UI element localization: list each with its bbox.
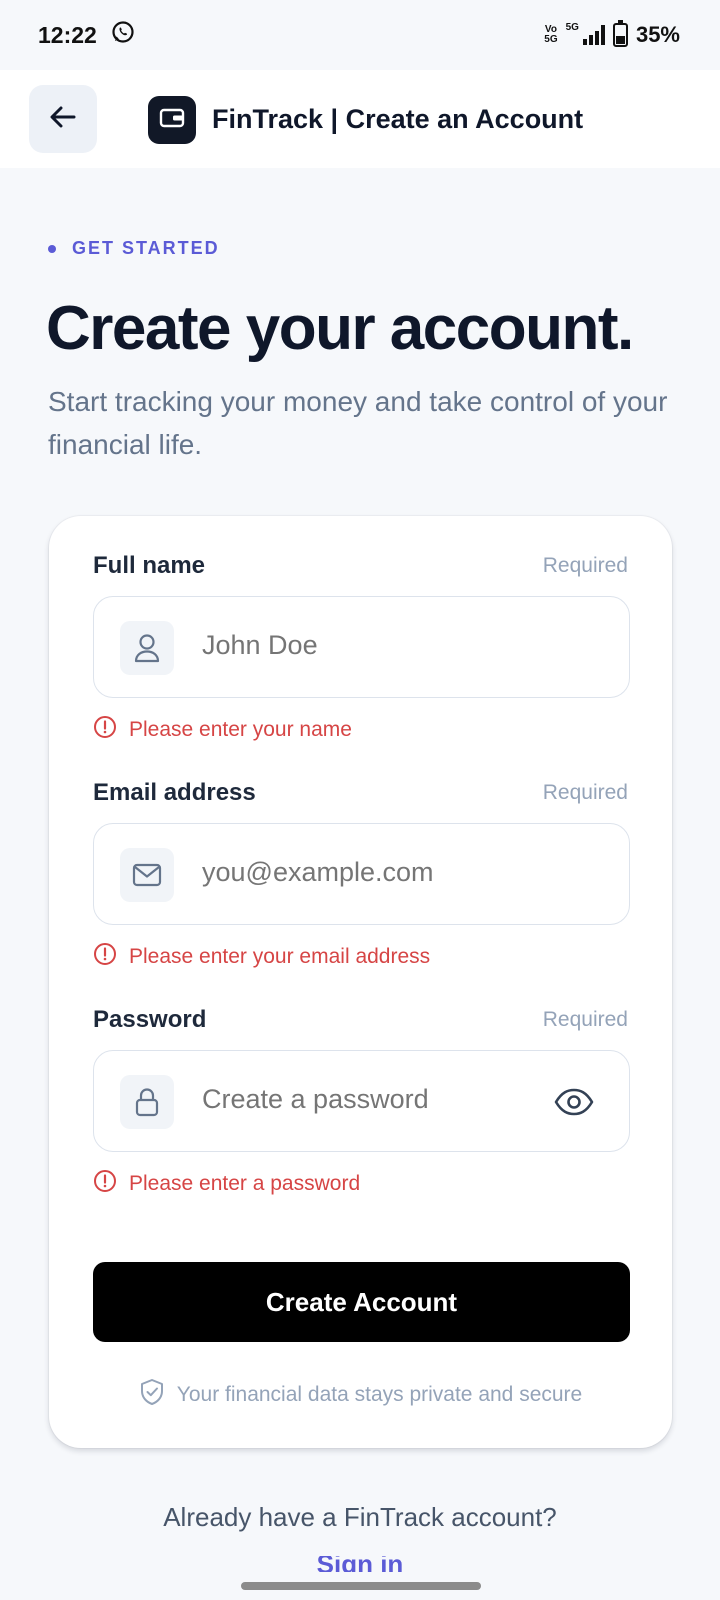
eyebrow-dot [48,244,56,253]
email-label: Email address [93,779,256,806]
full-name-input[interactable] [202,630,532,661]
signin-prompt: Already have a FinTrack account? [163,1502,557,1532]
full-name-required: Required [542,554,628,577]
password-required: Required [542,1008,628,1031]
app-bar: FinTrack | Create an Account [0,70,720,168]
security-note-text: Your financial data stays private and se… [176,1383,583,1406]
full-name-error: Please enter your name [93,715,352,745]
full-name-field[interactable] [93,596,630,698]
home-indicator[interactable] [241,1582,481,1590]
whatsapp-icon [111,20,135,50]
eyebrow-label: GET STARTED [72,238,220,258]
status-bar: 12:22 Vo 5G 5G 35% [0,0,720,70]
status-time: 12:22 [38,21,97,48]
alert-circle-icon [93,942,117,972]
email-error: Please enter your email address [93,942,430,972]
user-icon [120,621,174,675]
mail-icon [120,848,174,902]
signin-link[interactable]: Sign in [317,1556,404,1572]
volte-bottom: 5G [544,34,558,45]
network-type: 5G [565,21,579,33]
password-label: Password [93,1006,207,1033]
email-input[interactable] [202,857,532,888]
page-subtitle: Start tracking your money and take contr… [48,386,668,460]
shield-check-icon [139,1378,165,1412]
volte-indicator: Vo 5G [544,25,557,45]
password-field[interactable] [93,1050,630,1152]
security-note: Your financial data stays private and se… [49,1378,672,1412]
full-name-error-text: Please enter your name [129,718,352,741]
alert-circle-icon [93,1169,117,1199]
password-input[interactable] [202,1084,532,1115]
password-error: Please enter a password [93,1169,360,1199]
wallet-icon [159,107,185,134]
signal-icon [582,25,605,45]
status-left: 12:22 [38,20,135,50]
battery-icon [612,20,628,47]
full-name-label: Full name [93,552,206,579]
page-title: Create your account. [46,294,634,363]
signup-form-card: Full name Required Please enter your nam… [49,516,672,1448]
back-button[interactable] [29,85,97,153]
password-error-text: Please enter a password [129,1172,361,1195]
lock-icon [120,1075,174,1129]
status-right: Vo 5G 5G 35% [544,20,680,48]
signin-link-container[interactable]: Sign in [0,1556,720,1572]
app-title: FinTrack | Create an Account [212,104,584,134]
arrow-left-icon [48,102,78,137]
alert-circle-icon [93,715,117,745]
email-field[interactable] [93,823,630,925]
email-error-text: Please enter your email address [129,945,431,968]
eyebrow: GET STARTED [48,238,220,259]
battery-level: 35% [635,22,680,47]
eye-icon[interactable] [553,1082,595,1122]
create-account-button[interactable]: Create Account [93,1262,630,1342]
email-required: Required [542,781,628,804]
app-logo [148,96,196,144]
